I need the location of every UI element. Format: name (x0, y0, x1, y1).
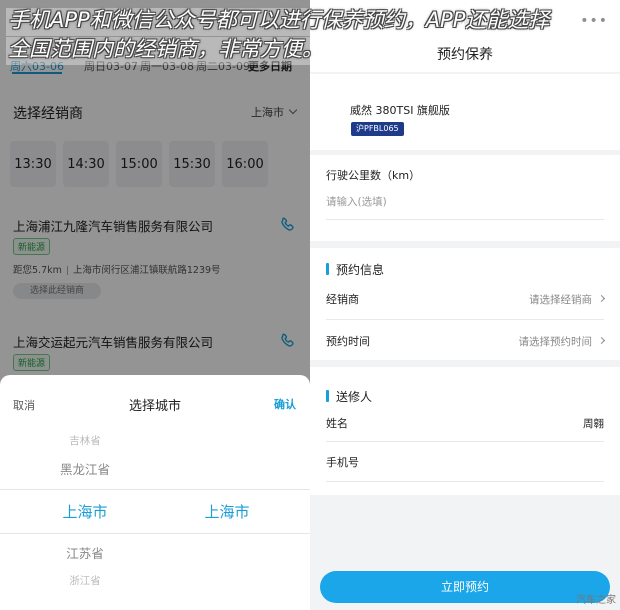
picker-option-province[interactable]: 吉林省 (0, 433, 170, 448)
license-plate: 沪PFBL065 (351, 122, 404, 136)
section-title: 送修人 (336, 390, 373, 404)
picker-option-province[interactable]: 黑龙江省 (0, 459, 170, 478)
time-select[interactable]: 请选择预约时间 (519, 334, 593, 349)
mileage-input[interactable]: 请输入(选填) (326, 194, 387, 209)
watermark: 汽车之家 (576, 595, 616, 606)
car-model: 威然 380TSI 旗舰版 (350, 104, 450, 117)
caption: 手机APP和微信公众号都可以进行保养预约，APP还能选择 全国范围内的经销商，非… (8, 6, 608, 64)
picker-option-province-selected[interactable]: 上海市 (0, 501, 170, 522)
name-field[interactable]: 周翱 (583, 416, 604, 431)
dealer-selection-screen: 周六03-06 周日03-07 周一03-08 周二03-09 更多日期 选择经… (0, 0, 310, 610)
mileage-label: 行驶公里数（km） (326, 169, 421, 182)
picker-option-city-selected[interactable]: 上海市 (152, 501, 302, 522)
city-wheel[interactable]: 吉林省 黑龙江省 上海市 上海市 江苏省 浙江省 (0, 415, 310, 610)
caption-line: 手机APP和微信公众号都可以进行保养预约，APP还能选择 (8, 8, 550, 32)
dealer-select[interactable]: 请选择经销商 (529, 292, 592, 307)
confirm-button[interactable]: 确认 (274, 396, 296, 412)
picker-option-province[interactable]: 江苏省 (0, 543, 170, 562)
city-picker-sheet: 选择城市 取消 确认 吉林省 黑龙江省 上海市 上海市 江苏省 浙江省 (0, 375, 310, 610)
picker-title: 选择城市 (128, 399, 181, 414)
phone-label: 手机号 (326, 456, 359, 469)
dealer-label: 经销商 (326, 293, 359, 306)
section-title: 预约信息 (336, 263, 385, 277)
caption-line: 全国范围内的经销商，非常方便。 (8, 37, 323, 61)
chevron-right-icon (597, 336, 606, 345)
cancel-button[interactable]: 取消 (13, 397, 35, 413)
sender-card: 送修人 姓名 周翱 手机号 (310, 367, 620, 495)
picker-option-province[interactable]: 浙江省 (0, 573, 170, 588)
booking-info-card: 预约信息 经销商 请选择经销商 预约时间 请选择预约时间 (310, 248, 620, 360)
booking-screen: 大众 ••• 预约保养 威然 380TSI 旗舰版 沪PFBL065 行驶公里数… (310, 0, 620, 610)
car-card[interactable]: 威然 380TSI 旗舰版 沪PFBL065 (310, 74, 620, 150)
submit-button[interactable]: 立即预约 (320, 571, 610, 603)
mileage-card: 行驶公里数（km） 请输入(选填) (310, 155, 620, 241)
name-label: 姓名 (326, 417, 348, 430)
chevron-right-icon (597, 294, 606, 303)
time-label: 预约时间 (326, 335, 370, 348)
